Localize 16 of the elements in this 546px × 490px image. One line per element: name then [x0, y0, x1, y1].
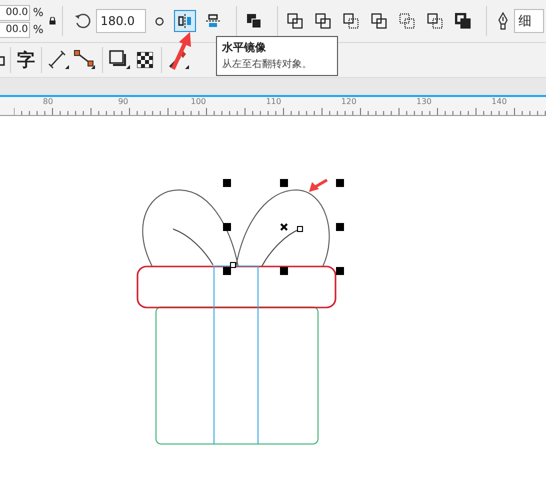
tooltip-text: 从左至右翻转对象。 [222, 58, 313, 71]
ruler-label: 140 [490, 97, 508, 106]
outline-width-field[interactable]: 细 [514, 9, 544, 33]
text-tool-button[interactable]: 字 [17, 48, 35, 72]
percent-label: % [33, 23, 44, 36]
ruler-label: 120 [340, 97, 358, 106]
ruler-label: 110 [264, 97, 282, 106]
rotation-field[interactable]: 180.0 [96, 9, 146, 33]
scale-y-field[interactable]: 00.0 [0, 22, 30, 38]
tooltip-title: 水平镜像 [222, 40, 267, 55]
ruler-label: 100 [190, 97, 208, 106]
ruler-label: 90 [117, 97, 130, 106]
ruler-label: 80 [42, 97, 54, 106]
percent-label: % [33, 6, 44, 19]
ruler-label: 130 [415, 97, 433, 106]
scale-x-field[interactable]: 00.0 [0, 4, 30, 20]
